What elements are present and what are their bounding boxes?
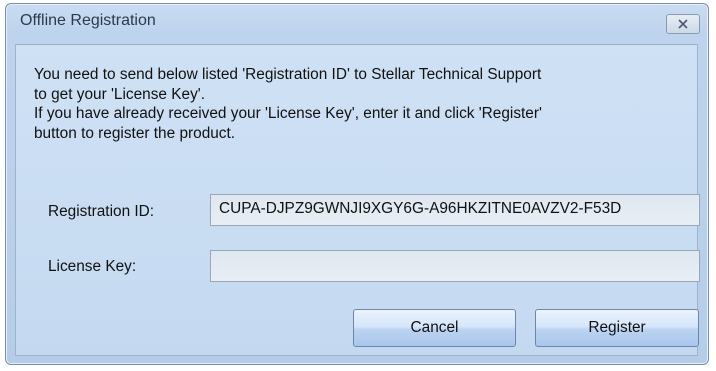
registration-id-field[interactable]: CUPA-DJPZ9GWNJI9XGY6G-A96HKZITNE0AVZV2-F… xyxy=(210,194,700,226)
instructions-line: If you have already received your 'Licen… xyxy=(34,105,542,122)
dialog-title: Offline Registration xyxy=(20,12,156,29)
dialog-body: You need to send below listed 'Registrat… xyxy=(15,44,700,356)
title-bar[interactable]: Offline Registration xyxy=(6,4,708,38)
instructions-line: button to register the product. xyxy=(34,124,236,142)
license-key-label: License Key: xyxy=(48,258,137,275)
offline-registration-dialog: Offline Registration You need to send be… xyxy=(5,3,709,365)
close-icon xyxy=(677,19,689,29)
instructions-line: You need to send below listed 'Registrat… xyxy=(34,66,542,83)
register-button[interactable]: Register xyxy=(535,309,699,347)
close-button[interactable] xyxy=(666,14,700,34)
cancel-button[interactable]: Cancel xyxy=(353,309,516,347)
instructions-line: to get your 'License Key'. xyxy=(34,85,205,103)
license-key-input[interactable] xyxy=(210,250,700,282)
instructions-text: You need to send below listed 'Registrat… xyxy=(34,65,684,143)
registration-id-label: Registration ID: xyxy=(48,203,155,220)
